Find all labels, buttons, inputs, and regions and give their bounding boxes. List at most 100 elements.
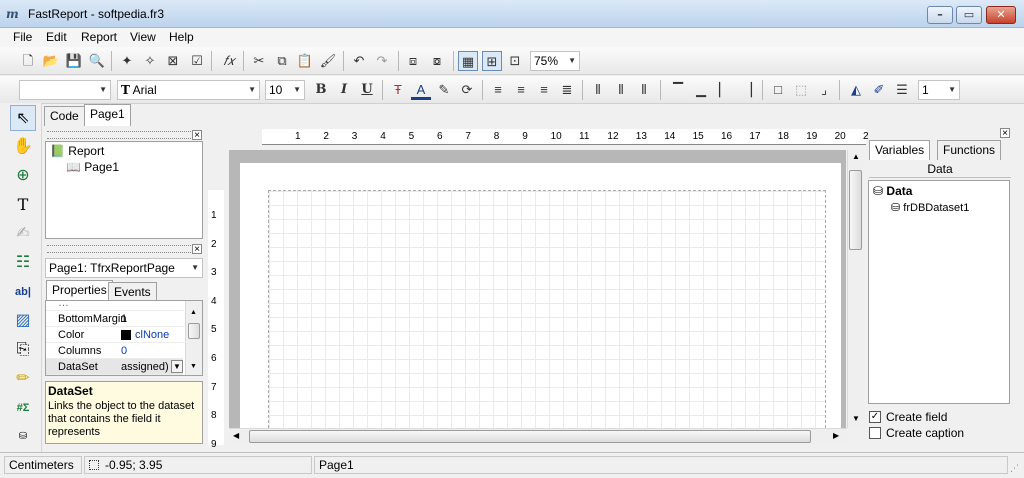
frame-top-icon[interactable]: ▔ xyxy=(668,80,688,100)
chevron-up-icon[interactable]: ▲ xyxy=(190,309,197,316)
object-selector[interactable]: Page1: TfrxReportPage ▼ xyxy=(45,258,203,278)
redo-icon[interactable]: ↷ xyxy=(372,51,392,71)
align-right-icon[interactable]: ≡ xyxy=(534,80,554,100)
format-painter-icon[interactable]: 🖌 xyxy=(318,51,338,71)
format-copy-tool-icon[interactable]: ✍ xyxy=(10,221,36,247)
tree-item-report[interactable]: 📗 Report xyxy=(50,144,104,158)
style-combo[interactable]: ▼ xyxy=(19,80,111,100)
menu-help[interactable]: Help xyxy=(169,30,194,44)
new-report-icon[interactable]: ✦ xyxy=(117,51,137,71)
hand-tool-icon[interactable]: ✋ xyxy=(10,134,36,160)
underline-button[interactable]: U xyxy=(357,80,377,100)
create-field-checkbox[interactable]: ✓ xyxy=(869,411,881,423)
bold-button[interactable]: B xyxy=(311,80,331,100)
close-icon[interactable]: × xyxy=(1000,128,1010,139)
frame-right-icon[interactable]: ▕ xyxy=(737,80,757,100)
system-text-icon[interactable]: #Σ xyxy=(10,395,36,421)
tab-data[interactable]: Data xyxy=(869,160,1011,178)
undo-icon[interactable]: ↶ xyxy=(349,51,369,71)
align-center-icon[interactable]: ≡ xyxy=(511,80,531,100)
size-grip-icon[interactable]: ⋰ xyxy=(1010,463,1019,474)
font-name-combo[interactable]: T Arial ▼ xyxy=(117,80,260,100)
expression-icon[interactable]: 𝑓𝑥 xyxy=(219,51,239,71)
maximize-button[interactable]: ▭ xyxy=(956,6,982,24)
minimize-button[interactable]: – xyxy=(927,6,953,24)
chevron-right-icon[interactable]: ▶ xyxy=(833,431,839,440)
ungroup-icon[interactable]: ⧇ xyxy=(427,51,447,71)
align-middle-icon[interactable]: ⦀ xyxy=(611,80,631,100)
paste-icon[interactable]: 📋 xyxy=(295,51,315,71)
preview-icon[interactable]: 🔍 xyxy=(87,51,107,71)
font-color-icon[interactable]: A xyxy=(411,80,431,100)
show-grid-icon[interactable]: ▦ xyxy=(458,51,478,71)
tree-item-page1[interactable]: 📖 Page1 xyxy=(66,160,119,174)
frame-bottom-icon[interactable]: ▁ xyxy=(691,80,711,100)
align-left-icon[interactable]: ≡ xyxy=(488,80,508,100)
group-icon[interactable]: ⧈ xyxy=(403,51,423,71)
select-tool-icon[interactable]: ⇖ xyxy=(10,105,36,131)
align-bottom-icon[interactable]: ⦀ xyxy=(634,80,654,100)
menu-file[interactable]: File xyxy=(13,30,32,44)
frame-color-icon[interactable]: ✐ xyxy=(869,80,889,100)
fill-color-icon[interactable]: ◭ xyxy=(846,80,866,100)
ado-database-icon[interactable]: ⛁ xyxy=(10,424,36,450)
close-icon[interactable]: × xyxy=(192,130,202,141)
chevron-down-icon[interactable]: ▼ xyxy=(190,363,197,370)
tab-code[interactable]: Code xyxy=(44,106,85,126)
tree-item-data[interactable]: ⛁ Data xyxy=(873,184,912,198)
save-icon[interactable]: 💾 xyxy=(64,51,84,71)
tab-properties[interactable]: Properties xyxy=(46,280,113,300)
highlight-icon[interactable]: ✎ xyxy=(434,80,454,100)
tree-item-dataset[interactable]: ⛁ frDBDataset1 xyxy=(891,201,969,214)
chevron-down-icon[interactable]: ▼ xyxy=(852,414,860,423)
close-button[interactable]: ✕ xyxy=(986,6,1016,24)
text-tool-icon[interactable]: T xyxy=(10,192,36,218)
copy-icon[interactable]: ⧉ xyxy=(272,51,292,71)
table-row[interactable]: Color clNone xyxy=(46,327,183,343)
delete-page-icon[interactable]: ⊠ xyxy=(163,51,183,71)
band-tool-icon[interactable]: ☷ xyxy=(10,250,36,276)
menu-report[interactable]: Report xyxy=(81,30,117,44)
rotation-icon[interactable]: ⟳ xyxy=(457,80,477,100)
table-row[interactable]: Columns 0 xyxy=(46,343,183,359)
italic-button[interactable]: I xyxy=(334,80,354,100)
create-caption-checkbox[interactable] xyxy=(869,427,881,439)
frame-style-icon[interactable]: ☰ xyxy=(892,80,912,100)
open-icon[interactable]: 📂 xyxy=(41,51,61,71)
draw-object-icon[interactable]: ✏ xyxy=(10,366,36,392)
font-settings-icon[interactable]: Ŧ xyxy=(388,80,408,100)
tab-functions[interactable]: Functions xyxy=(937,140,1002,160)
page-grid[interactable] xyxy=(268,190,826,428)
frame-none-icon[interactable]: ⬚ xyxy=(791,80,811,100)
table-row[interactable]: DataSet assigned) ▼ xyxy=(46,359,183,375)
chevron-left-icon[interactable]: ◀ xyxy=(233,431,239,440)
chevron-down-icon[interactable]: ▼ xyxy=(171,360,183,373)
canvas-vertical-scrollbar[interactable]: ▲ ▼ xyxy=(847,150,863,428)
frame-left-icon[interactable]: ▏ xyxy=(714,80,734,100)
chevron-up-icon[interactable]: ▲ xyxy=(852,152,860,161)
new-icon[interactable]: 🗋 xyxy=(18,51,38,71)
table-row[interactable]: BottomMargin 1 xyxy=(46,311,183,327)
close-icon[interactable]: × xyxy=(192,244,202,255)
cut-icon[interactable]: ✂ xyxy=(249,51,269,71)
subreport-object-icon[interactable]: ⎘ xyxy=(10,337,36,363)
new-page-icon[interactable]: ✧ xyxy=(140,51,160,71)
align-to-grid-icon[interactable]: ⊞ xyxy=(482,51,502,71)
tab-variables[interactable]: Variables xyxy=(869,140,931,160)
tab-events[interactable]: Events xyxy=(108,282,157,300)
align-top-icon[interactable]: ⦀ xyxy=(588,80,608,100)
shadow-icon[interactable]: ⌟ xyxy=(814,80,834,100)
align-justify-icon[interactable]: ≣ xyxy=(557,80,577,100)
zoom-tool-icon[interactable]: ⊕ xyxy=(10,163,36,189)
page-settings-icon[interactable]: ☑ xyxy=(187,51,207,71)
menu-view[interactable]: View xyxy=(130,30,156,44)
frame-all-icon[interactable]: □ xyxy=(768,80,788,100)
fit-to-grid-icon[interactable]: ⊡ xyxy=(505,51,525,71)
picture-object-icon[interactable]: ▨ xyxy=(10,308,36,334)
properties-scrollbar[interactable]: ▲ ▼ xyxy=(185,301,202,375)
text-object-icon[interactable]: ab| xyxy=(10,279,36,305)
canvas-horizontal-scrollbar[interactable]: ◀ ▶ xyxy=(229,428,847,444)
tab-page1[interactable]: Page1 xyxy=(84,104,131,126)
menu-edit[interactable]: Edit xyxy=(46,30,67,44)
zoom-combo[interactable]: 75% ▼ xyxy=(530,51,580,71)
